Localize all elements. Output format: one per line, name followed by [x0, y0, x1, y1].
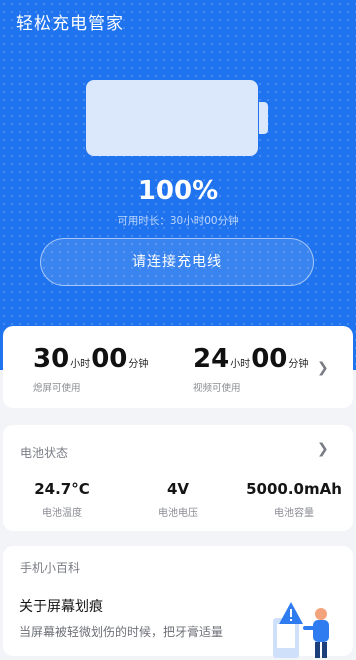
battery-status-card: 电池状态 ❯ 24.7°C 电池温度 4V 电池电压 5000.0mAh 电池容… — [3, 425, 353, 531]
video-hour-unit: 小时 — [230, 359, 251, 370]
usage-time-card[interactable]: 30小时00分钟 熄屏可使用 24小时00分钟 视频可使用 ❯ — [3, 326, 353, 408]
tip-heading: 关于屏幕划痕 — [19, 599, 103, 615]
screen-off-minute-unit: 分钟 — [128, 359, 149, 370]
screen-off-minutes: 00 — [91, 344, 128, 374]
screen-off-hours: 30 — [33, 344, 70, 374]
video-minutes: 00 — [251, 344, 288, 374]
screen-repair-illustration-icon — [273, 602, 329, 658]
video-minute-unit: 分钟 — [288, 359, 309, 370]
app-title: 轻松充电管家 — [16, 14, 124, 34]
screen-off-label: 熄屏可使用 — [33, 383, 81, 394]
phone-tips-title: 手机小百科 — [20, 561, 81, 575]
battery-percent: 100% — [137, 176, 219, 206]
video-hours: 24 — [193, 344, 230, 374]
battery-voltage: 4V 电池电压 — [123, 480, 233, 519]
battery-hero: 轻松充电管家 100% 可用时长：30小时00分钟 请连接充电线 — [0, 0, 356, 370]
video-label: 视频可使用 — [193, 383, 241, 394]
battery-body — [86, 80, 258, 156]
battery-cap — [259, 102, 268, 134]
battery-temperature-value: 24.7°C — [34, 480, 90, 498]
screen-off-hour-unit: 小时 — [70, 359, 91, 370]
battery-voltage-label: 电池电压 — [158, 508, 198, 519]
battery-temperature-label: 电池温度 — [42, 508, 82, 519]
battery-capacity: 5000.0mAh 电池容量 — [239, 480, 349, 519]
connect-charger-button[interactable]: 请连接充电线 — [40, 238, 314, 286]
battery-voltage-value: 4V — [166, 480, 190, 498]
available-time: 可用时长：30小时00分钟 — [117, 215, 239, 227]
phone-tips-card[interactable]: 手机小百科 关于屏幕划痕 当屏幕被轻微划伤的时候，把牙膏适量 — [3, 546, 353, 658]
tip-body: 当屏幕被轻微划伤的时候，把牙膏适量 — [19, 625, 224, 639]
battery-temperature: 24.7°C 电池温度 — [7, 480, 117, 519]
chevron-right-icon[interactable]: ❯ — [317, 360, 329, 376]
screen-off-time: 30小时00分钟 熄屏可使用 — [33, 344, 149, 394]
battery-status-title: 电池状态 — [20, 446, 69, 460]
battery-status-chevron-icon[interactable]: ❯ — [317, 441, 329, 457]
video-time: 24小时00分钟 视频可使用 — [193, 344, 309, 394]
battery-capacity-label: 电池容量 — [274, 508, 314, 519]
battery-icon — [86, 80, 268, 156]
battery-capacity-value: 5000.0mAh — [246, 480, 342, 498]
